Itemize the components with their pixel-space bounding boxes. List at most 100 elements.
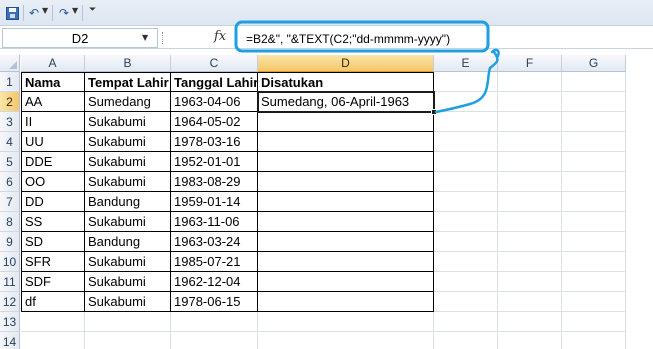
cell-c5[interactable]: 1952-01-01	[171, 152, 258, 172]
cell-e13[interactable]	[434, 312, 498, 332]
cell-a10[interactable]: SFR	[21, 252, 85, 272]
cell-b10[interactable]: Sukabumi	[85, 252, 171, 272]
cell-g9[interactable]	[562, 232, 626, 252]
column-header-b[interactable]: B	[85, 55, 171, 72]
column-header-d[interactable]: D	[258, 55, 434, 72]
formula-bar-grip[interactable]	[162, 32, 164, 44]
cell-e1[interactable]	[434, 72, 498, 92]
cell-d13[interactable]	[258, 312, 434, 332]
undo-dropdown-icon[interactable]: ▼	[42, 6, 48, 15]
cell-g10[interactable]	[562, 252, 626, 272]
row-header-1[interactable]: 1	[0, 72, 20, 92]
cell-b4[interactable]: Sukabumi	[85, 132, 171, 152]
cell-f4[interactable]	[498, 132, 562, 152]
cell-c13[interactable]	[171, 312, 258, 332]
cell-g13[interactable]	[562, 312, 626, 332]
cell-g7[interactable]	[562, 192, 626, 212]
row-header-4[interactable]: 4	[0, 132, 20, 152]
cell-g1[interactable]	[562, 72, 626, 92]
cell-g5[interactable]	[562, 152, 626, 172]
save-button[interactable]	[4, 4, 20, 22]
cell-e6[interactable]	[434, 172, 498, 192]
fill-handle[interactable]	[431, 109, 437, 115]
cell-a7[interactable]: DD	[21, 192, 85, 212]
row-header-10[interactable]: 10	[0, 252, 20, 272]
cell-c1[interactable]: Tanggal Lahir	[171, 72, 258, 92]
column-header-a[interactable]: A	[21, 55, 85, 72]
cell-e4[interactable]	[434, 132, 498, 152]
cell-d2[interactable]: Sumedang, 06-April-1963	[258, 92, 434, 112]
column-header-g[interactable]: G	[562, 55, 626, 72]
cell-f13[interactable]	[498, 312, 562, 332]
cell-d14[interactable]	[258, 332, 434, 349]
cell-f8[interactable]	[498, 212, 562, 232]
cell-g3[interactable]	[562, 112, 626, 132]
cell-e8[interactable]	[434, 212, 498, 232]
cell-d11[interactable]	[258, 272, 434, 292]
cell-c8[interactable]: 1963-11-06	[171, 212, 258, 232]
cell-c9[interactable]: 1963-03-24	[171, 232, 258, 252]
cell-a8[interactable]: SS	[21, 212, 85, 232]
cell-b6[interactable]: Sukabumi	[85, 172, 171, 192]
cell-b14[interactable]	[85, 332, 171, 349]
cell-e10[interactable]	[434, 252, 498, 272]
cell-b12[interactable]: Sukabumi	[85, 292, 171, 312]
cell-g2[interactable]	[562, 92, 626, 112]
cell-f11[interactable]	[498, 272, 562, 292]
cell-c2[interactable]: 1963-04-06	[171, 92, 258, 112]
cell-c3[interactable]: 1964-05-02	[171, 112, 258, 132]
cell-f6[interactable]	[498, 172, 562, 192]
cell-g14[interactable]	[562, 332, 626, 349]
cell-e11[interactable]	[434, 272, 498, 292]
cell-d10[interactable]	[258, 252, 434, 272]
cell-d3[interactable]	[258, 112, 434, 132]
row-header-14[interactable]: 14	[0, 332, 20, 349]
cell-a12[interactable]: df	[21, 292, 85, 312]
cell-f7[interactable]	[498, 192, 562, 212]
cell-d7[interactable]	[258, 192, 434, 212]
cell-g12[interactable]	[562, 292, 626, 312]
cell-a3[interactable]: II	[21, 112, 85, 132]
cell-a11[interactable]: SDF	[21, 272, 85, 292]
cell-e7[interactable]	[434, 192, 498, 212]
cell-c12[interactable]: 1978-06-15	[171, 292, 258, 312]
cell-c14[interactable]	[171, 332, 258, 349]
cell-a4[interactable]: UU	[21, 132, 85, 152]
cell-c11[interactable]: 1962-12-04	[171, 272, 258, 292]
column-header-f[interactable]: F	[498, 55, 562, 72]
cell-c6[interactable]: 1983-08-29	[171, 172, 258, 192]
cell-b11[interactable]: Sukabumi	[85, 272, 171, 292]
cell-g4[interactable]	[562, 132, 626, 152]
cell-f9[interactable]	[498, 232, 562, 252]
cell-f3[interactable]	[498, 112, 562, 132]
cell-e3[interactable]	[434, 112, 498, 132]
cell-e12[interactable]	[434, 292, 498, 312]
cell-a1[interactable]: Nama	[21, 72, 85, 92]
customize-icon[interactable]: ⏷	[89, 5, 96, 15]
cell-c10[interactable]: 1985-07-21	[171, 252, 258, 272]
cell-a9[interactable]: SD	[21, 232, 85, 252]
cell-e2[interactable]	[434, 92, 498, 112]
cell-e5[interactable]	[434, 152, 498, 172]
column-header-c[interactable]: C	[171, 55, 258, 72]
undo-button[interactable]: ↶	[26, 4, 42, 22]
cell-b7[interactable]: Bandung	[85, 192, 171, 212]
cell-f1[interactable]	[498, 72, 562, 92]
cell-a2[interactable]: AA	[21, 92, 85, 112]
row-header-3[interactable]: 3	[0, 112, 20, 132]
cell-e9[interactable]	[434, 232, 498, 252]
cell-e14[interactable]	[434, 332, 498, 349]
cell-f14[interactable]	[498, 332, 562, 349]
cell-d4[interactable]	[258, 132, 434, 152]
row-header-9[interactable]: 9	[0, 232, 20, 252]
row-header-8[interactable]: 8	[0, 212, 20, 232]
row-header-11[interactable]: 11	[0, 272, 20, 292]
cell-c7[interactable]: 1959-01-14	[171, 192, 258, 212]
row-header-13[interactable]: 13	[0, 312, 20, 332]
row-header-12[interactable]: 12	[0, 292, 20, 312]
name-box[interactable]: D2	[2, 28, 158, 48]
cell-f5[interactable]	[498, 152, 562, 172]
select-all-button[interactable]	[0, 55, 20, 72]
cell-b8[interactable]: Sukabumi	[85, 212, 171, 232]
cell-b2[interactable]: Sumedang	[85, 92, 171, 112]
